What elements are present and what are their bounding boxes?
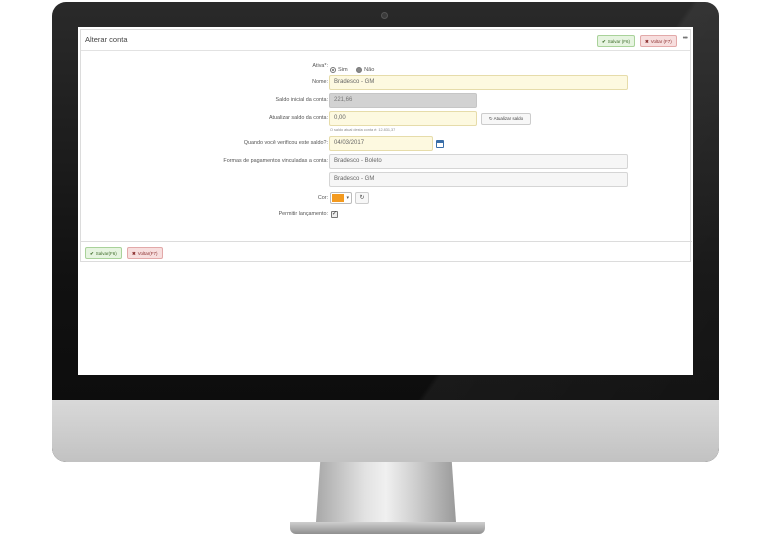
monitor-chin	[52, 400, 719, 462]
nome-label: Nome:	[312, 79, 328, 85]
form-panel: Alterar conta ✔ Salvar (F6) ✖ Voltar (F7) …	[80, 29, 692, 263]
panel-footer: ✔ Salvar(F6) ✖ Voltar(F7)	[81, 241, 692, 263]
header-save-label: Salvar (F6)	[607, 39, 631, 44]
monitor-base	[290, 522, 485, 534]
check-icon: ✔	[602, 39, 606, 44]
camera-dot	[381, 12, 388, 19]
forma-pagamento-item: Bradesco - Boleto	[329, 154, 628, 169]
permitir-lancamento-checkbox[interactable]: ✓	[331, 211, 338, 218]
refresh-icon: ↻	[359, 195, 365, 201]
ativa-nao-radio[interactable]	[356, 66, 363, 73]
footer-save-button[interactable]: ✔ Salvar(F6)	[85, 247, 122, 259]
page-title: Alterar conta	[85, 35, 128, 44]
close-icon: ✖	[645, 39, 649, 44]
refresh-icon: ↻	[488, 116, 493, 121]
row-permitir-lancamento: Permitir lançamento: ✓	[81, 209, 692, 225]
row-saldo-inicial: Saldo inicial da conta: 221,66	[81, 93, 692, 109]
color-picker[interactable]: ▾	[330, 192, 352, 204]
header-back-label: Voltar (F7)	[650, 39, 672, 44]
atualizar-saldo-input[interactable]: 0,00	[329, 111, 477, 126]
header-save-button[interactable]: ✔ Salvar (F6)	[597, 35, 636, 47]
formas-pagamento-label: Formas de pagamentos vinculadas a conta:	[223, 158, 328, 164]
row-formas-pagamento: Formas de pagamentos vinculadas a conta:…	[81, 154, 692, 170]
permitir-lancamento-label: Permitir lançamento:	[278, 211, 328, 217]
ativa-nao-label: Não	[364, 66, 375, 73]
ativa-sim-radio[interactable]	[330, 66, 336, 73]
saldo-inicial-input: 221,66	[329, 93, 477, 108]
data-verificacao-label: Quando você verificou este saldo?:	[243, 140, 328, 146]
atualizar-saldo-label: Atualizar saldo da conta:	[268, 115, 328, 121]
close-icon: ✖	[132, 251, 136, 256]
nome-input[interactable]: Bradesco - GM	[329, 75, 628, 90]
color-swatch	[332, 194, 344, 202]
row-formas-pagamento-2: Bradesco - GM	[81, 172, 692, 188]
reset-color-button[interactable]: ↻	[355, 192, 369, 204]
forma-pagamento-item: Bradesco - GM	[329, 172, 628, 187]
saldo-atual-hint: O saldo atual desta conta é: 12.831,37	[330, 128, 396, 132]
footer-back-label: Voltar(F7)	[137, 251, 158, 256]
atualizar-saldo-button[interactable]: ↻ Atualizar saldo	[481, 113, 531, 125]
chevron-down-icon: ▾	[346, 195, 349, 201]
footer-back-button[interactable]: ✖ Voltar(F7)	[127, 247, 163, 259]
saldo-inicial-label: Saldo inicial da conta:	[275, 97, 328, 103]
row-nome: Nome: Bradesco - GM	[81, 75, 692, 91]
check-icon: ✔	[90, 251, 94, 256]
row-cor: Cor: ▾ ↻	[81, 191, 692, 207]
row-atualizar-saldo: Atualizar saldo da conta: 0,00 ↻ Atualiz…	[81, 111, 692, 132]
screen: Alterar conta ✔ Salvar (F6) ✖ Voltar (F7) …	[78, 27, 693, 375]
header-back-button[interactable]: ✖ Voltar (F7)	[640, 35, 677, 47]
data-verificacao-input[interactable]: 04/03/2017	[329, 136, 433, 151]
more-options-icon[interactable]: •••	[683, 35, 688, 42]
row-data-verificacao: Quando você verificou este saldo?: 04/03…	[81, 136, 692, 152]
cor-label: Cor:	[317, 195, 328, 201]
footer-save-label: Salvar(F6)	[95, 251, 117, 256]
panel-header: Alterar conta ✔ Salvar (F6) ✖ Voltar (F7) …	[81, 30, 690, 51]
ativa-sim-label: Sim	[338, 66, 348, 73]
calendar-icon[interactable]	[436, 140, 444, 148]
ativa-label: Ativa*:	[312, 63, 328, 69]
monitor-stand	[316, 462, 456, 522]
atualizar-saldo-button-label: Atualizar saldo	[493, 116, 524, 121]
